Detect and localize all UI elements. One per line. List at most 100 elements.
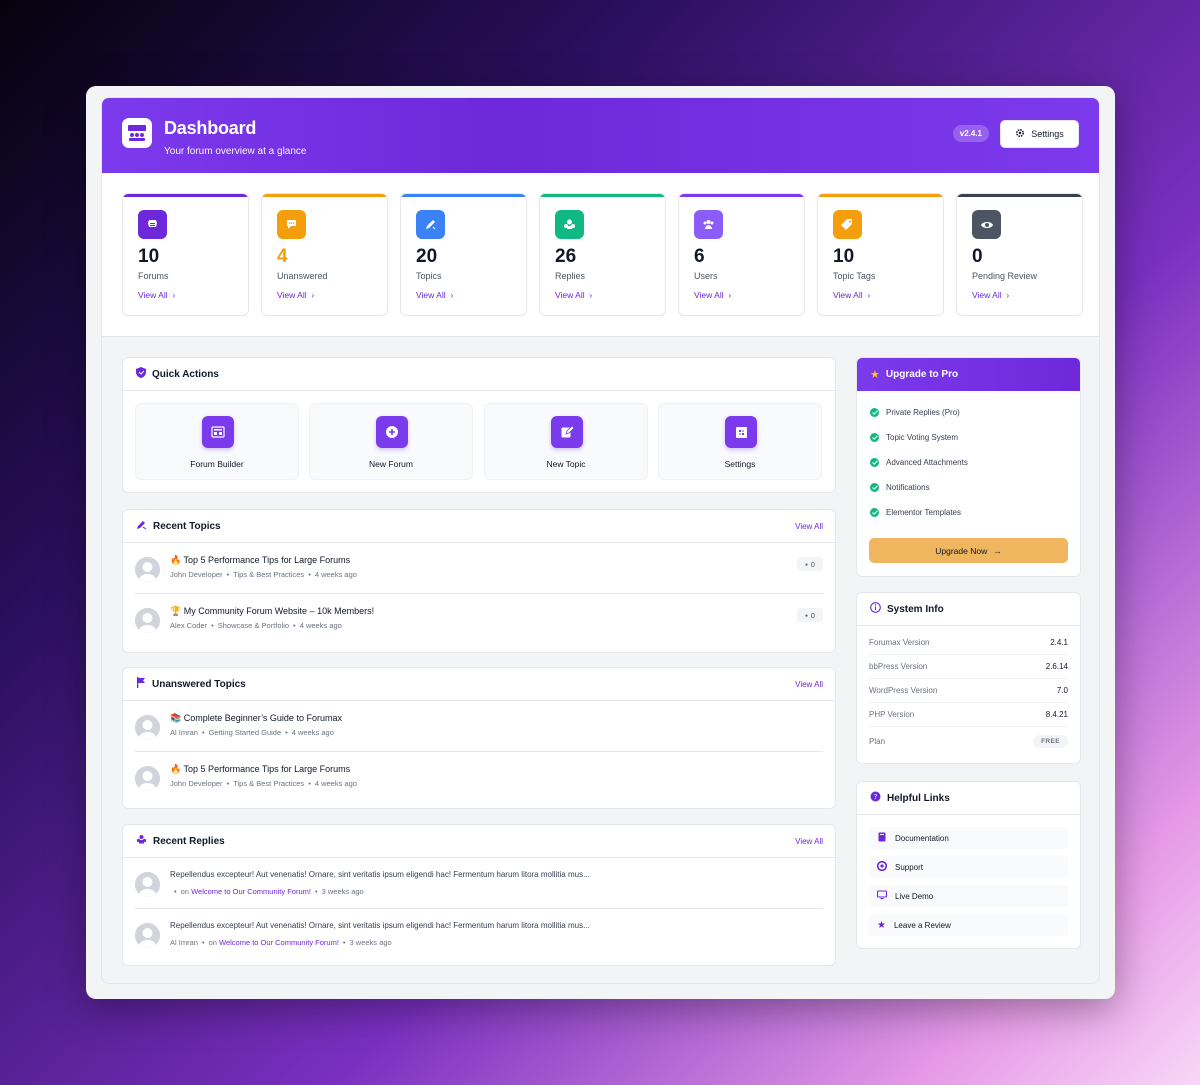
upgrade-pro-header: ★ Upgrade to Pro — [857, 358, 1080, 391]
stat-label: Topic Tags — [833, 271, 876, 281]
quick-action-label: New Forum — [369, 459, 413, 469]
stat-value: 20 — [416, 246, 438, 267]
app-window: Dashboard Your forum overview at a glanc… — [86, 86, 1115, 999]
pro-feature: Private Replies (Pro) — [870, 408, 960, 417]
view-all-unanswered-link[interactable]: View All › — [277, 290, 314, 300]
helpful-link-support[interactable]: Support — [869, 856, 1068, 878]
pen-icon — [416, 210, 445, 239]
stat-label: Unanswered — [277, 271, 328, 281]
stat-value: 4 — [277, 246, 288, 267]
topic-title[interactable]: 📚 Complete Beginner’s Guide to Forumax — [170, 713, 342, 724]
quick-actions-card: Quick Actions Forum Builder New Forum Ne… — [122, 357, 836, 493]
avatar — [135, 923, 160, 948]
helpful-link-documentation[interactable]: Documentation — [869, 827, 1068, 849]
reply-count-badge: ▪ 0 — [797, 608, 823, 622]
topic-row[interactable]: 🔥 Top 5 Performance Tips for Large Forum… — [135, 543, 823, 594]
recent-replies-view-all-link[interactable]: View All — [795, 837, 823, 846]
settings-button[interactable]: Settings — [1000, 120, 1079, 148]
comment-icon: ▪ — [805, 610, 808, 620]
topic-meta: John Developer • Tips & Best Practices • 4 w… — [170, 570, 357, 579]
lifebuoy-icon — [876, 860, 888, 873]
recent-replies-header: Recent Replies View All — [123, 825, 835, 858]
avatar — [135, 766, 160, 791]
recent-replies-title: Recent Replies — [153, 835, 225, 847]
stat-value: 6 — [694, 246, 705, 267]
view-all-replies-link[interactable]: View All › — [555, 290, 592, 300]
topic-title[interactable]: 🏆 My Community Forum Website – 10k Membe… — [170, 606, 374, 617]
recent-topics-view-all-link[interactable]: View All — [795, 522, 823, 531]
forumax-logo-icon — [122, 118, 152, 148]
unanswered-topics-header: Unanswered Topics View All — [123, 668, 835, 701]
helpful-links-header: ? Helpful Links — [857, 782, 1080, 815]
view-all-topics-link[interactable]: View All › — [416, 290, 453, 300]
settings-button-label: Settings — [1031, 129, 1064, 139]
upgrade-now-button[interactable]: Upgrade Now → — [869, 538, 1068, 563]
edit-icon — [551, 416, 583, 448]
pro-feature: Notifications — [870, 483, 930, 492]
system-info-header: System Info — [857, 593, 1080, 626]
info-icon — [870, 600, 881, 618]
helpful-link-leave-review[interactable]: ★ Leave a Review — [869, 914, 1068, 936]
stat-card-pending-review: 0 Pending Review View All › — [956, 193, 1083, 316]
topic-row[interactable]: 🔥 Top 5 Performance Tips for Large Forum… — [135, 752, 823, 803]
reply-row[interactable]: Repellendus excepteur! Aut venenatis! Or… — [135, 858, 823, 909]
stat-label: Forums — [138, 271, 169, 281]
reply-topic-link[interactable]: Welcome to Our Community Forum! — [219, 938, 339, 947]
view-all-forums-link[interactable]: View All › — [138, 290, 175, 300]
comment-icon: ▪ — [805, 559, 808, 569]
view-all-topic-tags-link[interactable]: View All › — [833, 290, 870, 300]
check-icon — [870, 508, 879, 517]
topic-row[interactable]: 🏆 My Community Forum Website – 10k Membe… — [135, 594, 823, 645]
quick-action-settings[interactable]: Settings — [658, 403, 822, 480]
quick-action-label: Settings — [724, 459, 756, 469]
question-icon: ? — [870, 789, 881, 807]
plus-circle-icon — [376, 416, 408, 448]
topic-meta: Al Imran • Getting Started Guide • 4 weeks a… — [170, 728, 334, 737]
upgrade-now-label: Upgrade Now — [935, 545, 988, 556]
recent-topics-header: Recent Topics View All — [123, 510, 835, 543]
arrow-right-icon: → — [993, 545, 1002, 556]
quick-actions-header: Quick Actions — [123, 358, 835, 391]
reply-topic-link[interactable]: Welcome to Our Community Forum! — [191, 887, 311, 896]
quick-action-forum-builder[interactable]: Forum Builder — [135, 403, 299, 480]
flag-icon — [136, 675, 146, 693]
view-all-users-link[interactable]: View All › — [694, 290, 731, 300]
version-badge: v2.4.1 — [952, 125, 989, 142]
view-all-pending-link[interactable]: View All › — [972, 290, 1009, 300]
topic-row[interactable]: 📚 Complete Beginner’s Guide to Forumax A… — [135, 701, 823, 752]
pen-icon — [136, 517, 147, 535]
pro-feature: Elementor Templates — [870, 508, 961, 517]
stat-value: 0 — [972, 246, 983, 267]
dashboard-header: Dashboard Your forum overview at a glanc… — [102, 98, 1099, 173]
builder-icon — [202, 416, 234, 448]
reply-count-badge: ▪ 0 — [797, 557, 823, 571]
topic-meta: John Developer • Tips & Best Practices • 4 w… — [170, 779, 357, 788]
helpful-link-live-demo[interactable]: Live Demo — [869, 885, 1068, 907]
avatar — [135, 608, 160, 633]
plan-badge: FREE — [1033, 734, 1068, 748]
forum-icon — [138, 210, 167, 239]
helpful-links-title: Helpful Links — [887, 792, 950, 804]
quick-action-new-forum[interactable]: New Forum — [309, 403, 473, 480]
upgrade-pro-title: Upgrade to Pro — [885, 369, 959, 380]
dashboard-panel: Dashboard Your forum overview at a glanc… — [101, 97, 1100, 984]
topic-title[interactable]: 🔥 Top 5 Performance Tips for Large Forum… — [170, 555, 350, 566]
avatar — [135, 872, 160, 897]
check-icon — [870, 433, 879, 442]
unanswered-topics-view-all-link[interactable]: View All — [795, 680, 823, 689]
monitor-icon — [876, 890, 888, 902]
stat-value: 26 — [555, 246, 577, 267]
system-info-row: PHP Version 8.4.21 — [869, 703, 1068, 727]
topic-title[interactable]: 🔥 Top 5 Performance Tips for Large Forum… — [170, 764, 350, 775]
star-icon: ★ — [877, 919, 886, 931]
replies-icon — [555, 210, 584, 239]
pro-feature: Topic Voting System — [870, 433, 958, 442]
stat-card-users: 6 Users View All › — [678, 193, 805, 316]
gear-icon — [1015, 128, 1025, 140]
avatar — [135, 715, 160, 740]
reply-row[interactable]: Repellendus excepteur! Aut venenatis! Or… — [135, 909, 823, 960]
stat-label: Pending Review — [972, 271, 1038, 281]
system-info-card: System Info Forumax Version 2.4.1 bbPress… — [856, 592, 1081, 764]
book-icon — [877, 832, 887, 844]
quick-action-new-topic[interactable]: New Topic — [484, 403, 648, 480]
